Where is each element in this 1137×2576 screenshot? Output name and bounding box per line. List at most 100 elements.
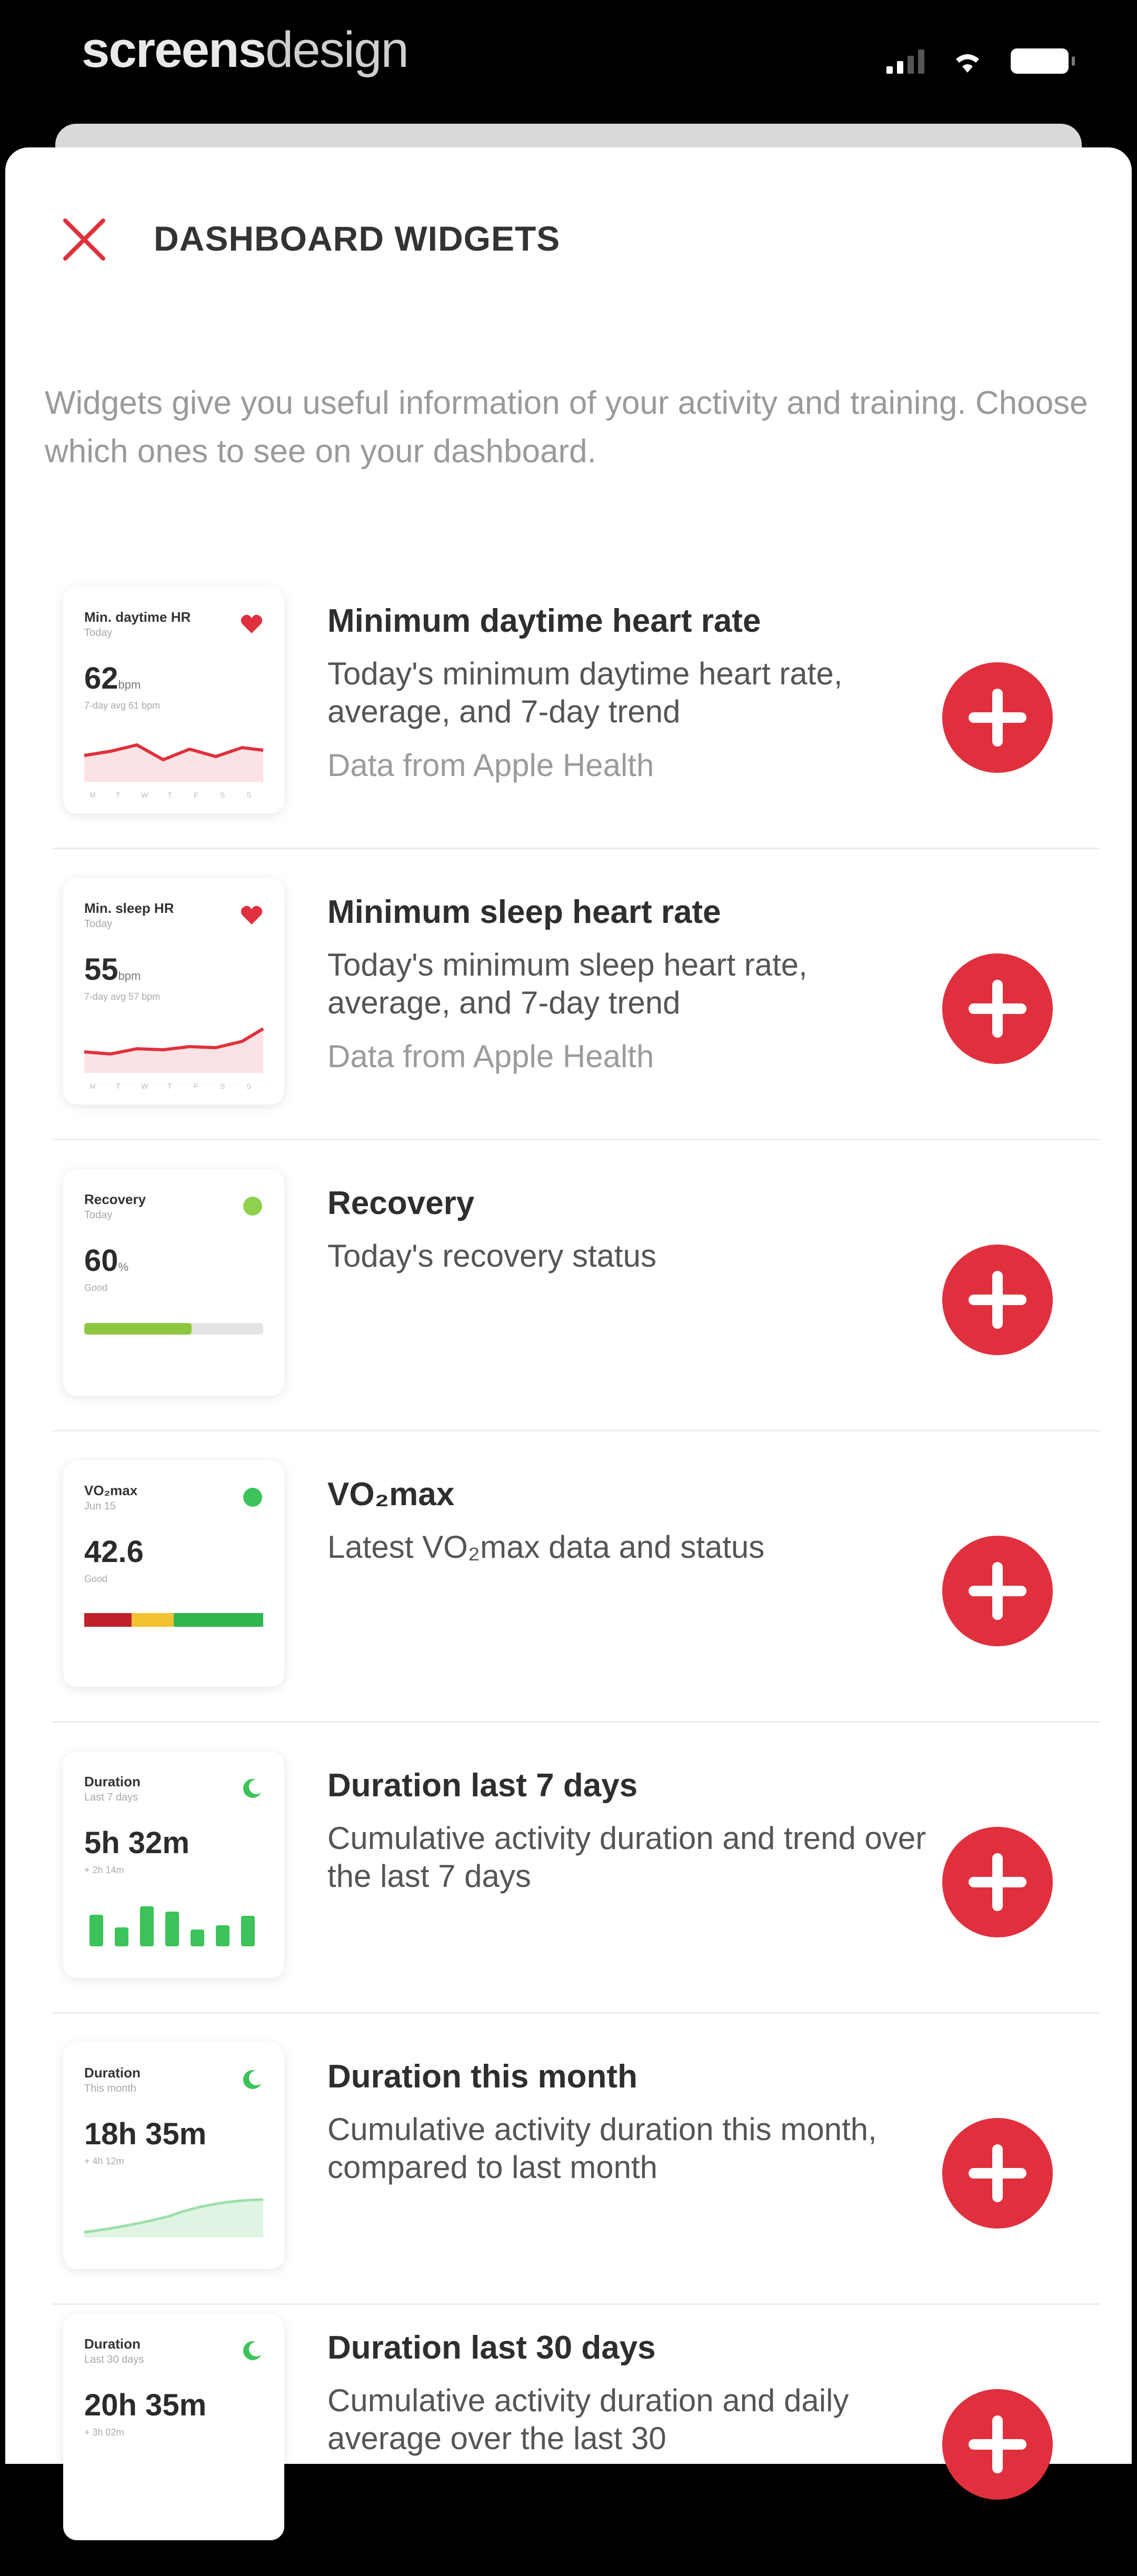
close-icon[interactable] xyxy=(58,213,111,266)
svg-text:S: S xyxy=(220,791,225,799)
preview-subtitle: Today xyxy=(84,918,113,930)
status-dot-icon xyxy=(242,1487,263,1510)
preview-title: Min. daytime HR xyxy=(84,609,191,625)
preview-sparkline: MTWTFSS xyxy=(84,743,264,799)
preview-subtitle: Today xyxy=(84,627,113,639)
sheet-header: DASHBOARD WIDGETS xyxy=(5,147,1132,305)
widget-preview: Recovery Today 60% Good xyxy=(63,1169,284,1396)
preview-subtitle: This month xyxy=(84,2083,136,2094)
widget-row-duration-30-days: Duration Last 30 days 20h 35m + 3h 02m D… xyxy=(53,2285,1100,2576)
preview-value: 18h 35m xyxy=(84,2117,207,2151)
svg-text:T: T xyxy=(167,791,172,799)
add-widget-button[interactable] xyxy=(942,1827,1053,1937)
widget-title: Duration last 30 days xyxy=(327,2330,656,2366)
svg-text:S: S xyxy=(246,1082,251,1090)
svg-text:W: W xyxy=(141,791,148,799)
svg-text:F: F xyxy=(194,791,198,799)
preview-subtitle: Last 30 days xyxy=(84,2354,144,2365)
preview-subtitle: Last 7 days xyxy=(84,1792,138,1803)
preview-note: Good xyxy=(84,1574,108,1584)
preview-value: 5h 32m xyxy=(84,1826,190,1860)
preview-note: Good xyxy=(84,1282,108,1293)
widget-preview: Min. daytime HR Today 62bpm 7-day avg 61… xyxy=(63,587,284,813)
widget-row-duration-this-month: Duration This month 18h 35m + 4h 12m Dur… xyxy=(53,2014,1100,2305)
preview-bar-chart xyxy=(89,1906,255,1946)
moon-icon xyxy=(242,2069,264,2093)
preview-note: + 4h 12m xyxy=(84,2156,124,2166)
page-title: DASHBOARD WIDGETS xyxy=(154,219,561,258)
add-widget-button[interactable] xyxy=(942,953,1053,1064)
widget-description: Cumulative activity duration and trend o… xyxy=(327,1821,926,1894)
status-icons xyxy=(886,48,1075,74)
widget-title: Duration this month xyxy=(327,2058,637,2095)
add-widget-button[interactable] xyxy=(942,1245,1053,1355)
preview-value: 62bpm xyxy=(84,661,141,695)
widget-preview: Duration This month 18h 35m + 4h 12m xyxy=(63,2043,284,2269)
preview-sparkline: MTWTFSS xyxy=(84,1027,264,1090)
widget-row-min-daytime-hr: Min. daytime HR Today 62bpm 7-day avg 61… xyxy=(53,558,1100,849)
preview-value: 60% xyxy=(84,1244,129,1278)
widget-row-min-sleep-hr: Min. sleep HR Today 55bpm 7-day avg 57 b… xyxy=(53,849,1100,1140)
svg-text:W: W xyxy=(141,1082,148,1090)
widget-row-recovery: Recovery Today 60% Good Recovery Today's… xyxy=(53,1140,1100,1431)
preview-progress-bar xyxy=(84,1323,263,1335)
preview-title: Min. sleep HR xyxy=(84,900,174,916)
widget-title: Duration last 7 days xyxy=(327,1767,638,1804)
svg-text:T: T xyxy=(167,1082,172,1090)
status-bar: screensdesign xyxy=(0,0,1137,126)
widget-source: Data from Apple Health xyxy=(327,1039,654,1074)
preview-note: + 2h 14m xyxy=(84,1865,124,1875)
preview-title: VO₂max xyxy=(84,1483,138,1498)
heart-icon xyxy=(240,904,263,928)
preview-subtitle: Today xyxy=(84,1209,113,1221)
add-widget-button[interactable] xyxy=(942,1536,1053,1646)
svg-text:M: M xyxy=(89,1082,96,1090)
widgets-sheet: DASHBOARD WIDGETS Widgets give you usefu… xyxy=(5,147,1132,2540)
svg-text:S: S xyxy=(246,791,251,799)
preview-value: 20h 35m xyxy=(84,2388,207,2422)
widget-title: Minimum sleep heart rate xyxy=(327,894,721,930)
moon-icon xyxy=(242,1778,264,1802)
preview-title: Duration xyxy=(84,2336,141,2352)
widget-preview: Duration Last 30 days 20h 35m + 3h 02m xyxy=(63,2314,284,2540)
widget-description: Today's minimum sleep heart rate, averag… xyxy=(327,947,807,1020)
add-widget-button[interactable] xyxy=(942,2118,1053,2229)
widget-row-duration-7-days: Duration Last 7 days 5h 32m + 2h 14m Dur… xyxy=(53,1723,1100,2014)
svg-text:M: M xyxy=(89,791,96,799)
preview-value: 55bpm xyxy=(84,952,141,987)
widget-title: Minimum daytime heart rate xyxy=(327,603,761,639)
wifi-icon xyxy=(951,48,984,74)
heart-icon xyxy=(240,613,263,637)
preview-value: 42.6 xyxy=(84,1535,144,1569)
svg-text:T: T xyxy=(116,791,121,799)
widget-description: Today's recovery status xyxy=(327,1238,657,1274)
widget-preview: Duration Last 7 days 5h 32m + 2h 14m xyxy=(63,1752,284,1978)
battery-icon xyxy=(1011,48,1075,74)
signal-icon xyxy=(886,48,924,74)
preview-subtitle: Jun 15 xyxy=(84,1500,116,1512)
add-widget-button[interactable] xyxy=(942,662,1053,773)
preview-scale-bar xyxy=(84,1613,263,1627)
svg-text:T: T xyxy=(116,1082,121,1090)
widget-title: Recovery xyxy=(327,1185,475,1221)
widget-row-vo2max: VO₂max Jun 15 42.6 Good VO₂max Latest VO… xyxy=(53,1431,1100,1723)
widget-preview: Min. sleep HR Today 55bpm 7-day avg 57 b… xyxy=(63,878,284,1105)
preview-note: 7-day avg 61 bpm xyxy=(84,700,161,711)
widget-description: Today's minimum daytime heart rate, aver… xyxy=(327,656,843,729)
add-widget-button[interactable] xyxy=(942,2389,1053,2500)
moon-icon xyxy=(242,2340,264,2364)
widget-description: Cumulative activity duration this month,… xyxy=(327,2112,877,2185)
widget-title: VO₂max xyxy=(327,1476,455,1513)
svg-text:F: F xyxy=(194,1082,198,1090)
intro-text: Widgets give you useful information of y… xyxy=(45,385,1088,470)
preview-note: + 3h 02m xyxy=(84,2427,124,2438)
status-dot-icon xyxy=(242,1196,263,1219)
svg-text:S: S xyxy=(220,1082,225,1090)
widget-preview: VO₂max Jun 15 42.6 Good xyxy=(63,1460,284,1687)
widget-source: Data from Apple Health xyxy=(327,748,654,783)
widget-description: Cumulative activity duration and daily a… xyxy=(327,2383,849,2456)
watermark: screensdesign xyxy=(82,22,409,78)
preview-note: 7-day avg 57 bpm xyxy=(84,991,161,1002)
preview-title: Duration xyxy=(84,2065,141,2081)
preview-title: Duration xyxy=(84,1774,141,1789)
